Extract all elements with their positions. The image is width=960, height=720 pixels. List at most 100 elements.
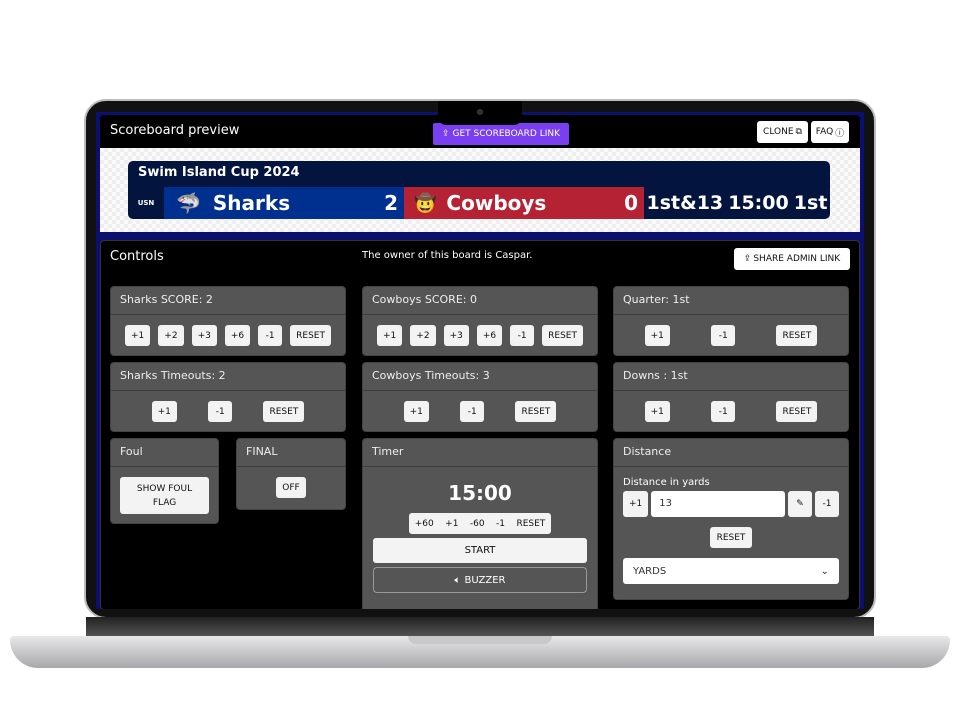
panel-title: Quarter: 1st <box>614 287 848 315</box>
get-scoreboard-link-button[interactable]: ⇪ GET SCOREBOARD LINK <box>433 123 569 145</box>
scoreboard-title: Swim Island Cup 2024 <box>138 165 300 180</box>
get-link-label: GET SCOREBOARD LINK <box>452 129 561 139</box>
cowboy-logo-icon: 🤠 <box>414 192 437 214</box>
quarter-button-2[interactable]: -1 <box>711 325 736 346</box>
cowboys-timeouts-button-2[interactable]: -1 <box>460 401 485 422</box>
sharks-score-button-5[interactable]: -1 <box>258 325 283 346</box>
game-clock: 15:00 <box>728 192 789 214</box>
preview-title: Scoreboard preview <box>110 123 240 138</box>
camera-icon <box>477 109 483 115</box>
away-name: Cowboys <box>446 191 547 215</box>
controls-title: Controls <box>110 249 164 264</box>
chevron-down-icon: ⌄ <box>820 565 829 577</box>
button-group: +1 -1 RESET <box>363 401 597 422</box>
sharks-score-button-3[interactable]: +3 <box>191 325 217 346</box>
button-group: +1 -1 RESET <box>614 325 848 346</box>
distance-input[interactable]: 13 <box>651 491 785 517</box>
sharks-timeouts-button-2[interactable]: -1 <box>208 401 233 422</box>
timer-adjust-button-1[interactable]: +60 <box>415 519 434 529</box>
cowboys-score-panel: Cowboys SCORE: 0 +1 +2 +3 +6 -1 RESET <box>362 286 598 356</box>
cowboys-score-button-2[interactable]: +2 <box>410 325 436 346</box>
scoreboard-preview: Swim Island Cup 2024 USN 🦈 Sharks 2 🤠 Co… <box>100 148 860 232</box>
unit-value: YARDS <box>633 565 667 577</box>
away-score: 0 <box>624 191 638 215</box>
cowboys-timeouts-button-3[interactable]: RESET <box>515 401 557 422</box>
share-icon: ⇪ <box>441 129 450 139</box>
cowboys-score-button-4[interactable]: +6 <box>476 325 503 346</box>
timer-adjust-button-4[interactable]: -1 <box>496 519 505 529</box>
cowboys-score-button-1[interactable]: +1 <box>377 325 403 346</box>
sharks-score-panel: Sharks SCORE: 2 +1 +2 +3 +6 -1 RESET <box>110 286 346 356</box>
buzzer-button[interactable]: 🔈︎ BUZZER <box>373 567 587 593</box>
distance-reset-button[interactable]: RESET <box>710 527 752 548</box>
foul-panel: Foul SHOW FOUL FLAG <box>110 438 219 524</box>
clone-button[interactable]: CLONE ⧉ <box>757 121 808 143</box>
sharks-score-button-6[interactable]: RESET <box>290 325 331 346</box>
final-panel: FINAL OFF <box>236 438 346 510</box>
quarter-button-3[interactable]: RESET <box>776 325 818 346</box>
downs-button-3[interactable]: RESET <box>776 401 818 422</box>
home-name: Sharks <box>212 191 291 215</box>
panel-title: Foul <box>111 439 218 467</box>
share-admin-link-button[interactable]: ⇪ SHARE ADMIN LINK <box>734 248 850 270</box>
sharks-timeouts-button-3[interactable]: RESET <box>263 401 305 422</box>
buzzer-label: BUZZER <box>464 574 506 586</box>
downs-button-1[interactable]: +1 <box>644 401 670 422</box>
clone-label: CLONE <box>763 127 794 137</box>
distance-plus-button[interactable]: +1 <box>623 491 649 517</box>
faq-button[interactable]: FAQ ⓘ <box>811 121 849 143</box>
timer-panel: Timer 15:00 +60 +1 -60 -1 RESET START 🔈︎ BUZZ… <box>362 438 598 609</box>
share-admin-label: SHARE ADMIN LINK <box>753 254 841 264</box>
distance-panel: Distance Distance in yards +1 13 ✎ -1 RE… <box>613 438 849 600</box>
speaker-icon: 🔈︎ <box>454 574 461 586</box>
button-group: +1 +2 +3 +6 -1 RESET <box>363 325 597 346</box>
cowboys-score-button-6[interactable]: RESET <box>542 325 583 346</box>
home-team: 🦈 Sharks 2 <box>164 187 404 219</box>
cowboys-timeouts-panel: Cowboys Timeouts: 3 +1 -1 RESET <box>362 362 598 432</box>
panel-title: Distance <box>614 439 848 467</box>
timer-adjust-button-2[interactable]: +1 <box>445 519 458 529</box>
pencil-icon[interactable]: ✎ <box>788 491 812 517</box>
game-info: 1st&13 15:00 1st <box>644 187 830 219</box>
button-group: +1 -1 RESET <box>614 401 848 422</box>
timer-adjust-group: +60 +1 -60 -1 RESET <box>409 513 551 534</box>
cowboys-score-button-3[interactable]: +3 <box>443 325 469 346</box>
cowboys-score-button-5[interactable]: -1 <box>510 325 535 346</box>
distance-label: Distance in yards <box>623 477 710 488</box>
panel-title: Sharks Timeouts: 2 <box>111 363 345 391</box>
distance-minus-button[interactable]: -1 <box>815 491 839 517</box>
copy-icon: ⧉ <box>795 127 802 137</box>
timer-adjust-button-3[interactable]: -60 <box>470 519 485 529</box>
timer-adjust-button-5[interactable]: RESET <box>516 519 545 529</box>
quarter-button-1[interactable]: +1 <box>644 325 670 346</box>
button-group: +1 +2 +3 +6 -1 RESET <box>111 325 345 346</box>
panel-title: Timer <box>363 439 597 467</box>
controls-panel: Controls The owner of this board is Casp… <box>100 240 860 609</box>
sharks-score-button-4[interactable]: +6 <box>224 325 251 346</box>
shark-logo-icon: 🦈 <box>176 191 201 215</box>
sharks-score-button-2[interactable]: +2 <box>158 325 184 346</box>
sharks-score-button-1[interactable]: +1 <box>125 325 151 346</box>
laptop-thumb-notch <box>408 636 552 644</box>
show-foul-flag-button[interactable]: SHOW FOUL FLAG <box>120 477 209 514</box>
quarter-panel: Quarter: 1st +1 -1 RESET <box>613 286 849 356</box>
distance-unit-select[interactable]: YARDS ⌄ <box>623 558 839 584</box>
panel-title: Cowboys SCORE: 0 <box>363 287 597 315</box>
question-circle-icon: ⓘ <box>835 128 845 139</box>
final-toggle-button[interactable]: OFF <box>276 477 306 498</box>
panel-title: Downs : 1st <box>614 363 848 391</box>
home-score: 2 <box>384 191 398 215</box>
panel-title: Sharks SCORE: 2 <box>111 287 345 315</box>
start-button[interactable]: START <box>373 538 587 563</box>
share-icon: ⇪ <box>743 254 752 264</box>
screen: Scoreboard preview ⇪ GET SCOREBOARD LINK … <box>96 112 864 609</box>
scoreboard: Swim Island Cup 2024 USN 🦈 Sharks 2 🤠 Co… <box>128 161 830 219</box>
downs-button-2[interactable]: -1 <box>711 401 736 422</box>
panel-title: Cowboys Timeouts: 3 <box>363 363 597 391</box>
sharks-timeouts-button-1[interactable]: +1 <box>151 401 177 422</box>
cowboys-timeouts-button-1[interactable]: +1 <box>403 401 429 422</box>
down-distance: 1st&13 <box>646 192 724 214</box>
sharks-timeouts-panel: Sharks Timeouts: 2 +1 -1 RESET <box>110 362 346 432</box>
button-group: +1 -1 RESET <box>111 401 345 422</box>
quarter: 1st <box>793 192 828 214</box>
